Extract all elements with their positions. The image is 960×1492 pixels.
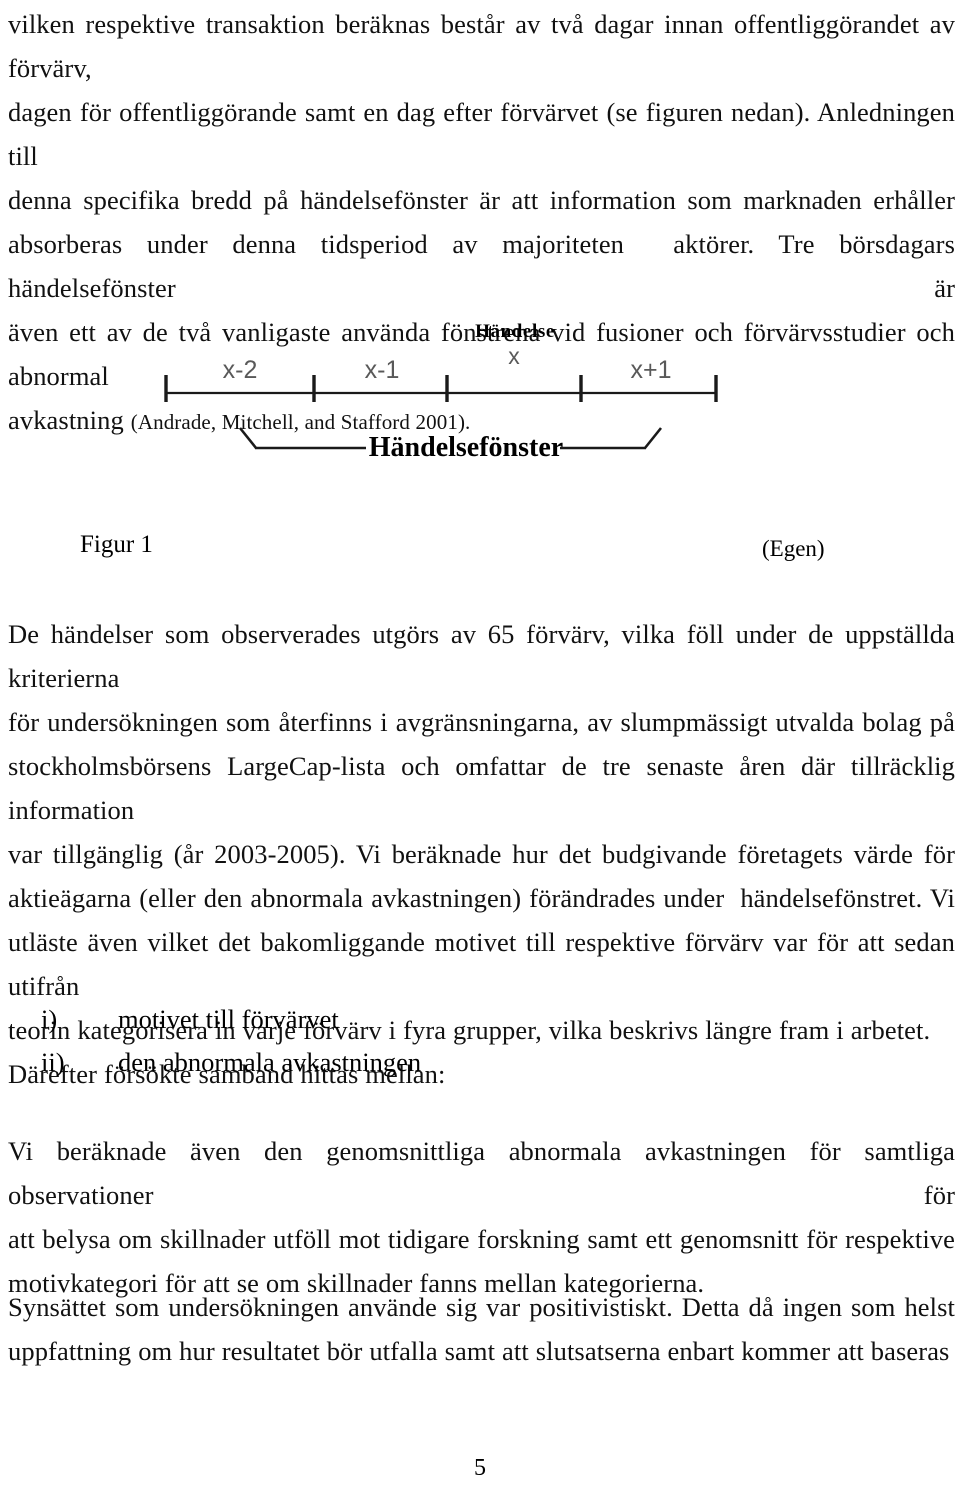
interval-label-x-minus-2: x-2 <box>223 356 258 384</box>
paragraph-1-line-1: vilken respektive transaktion beräknas b… <box>8 9 955 83</box>
paragraph-4-line-2: uppfattning om hur resultatet bör utfall… <box>8 1336 950 1366</box>
timeline-diagram: x-2 x-1 x+1 Händelse x Händelsefönster <box>164 321 718 463</box>
figure-event-window: x-2 x-1 x+1 Händelse x Händelsefönster <box>0 300 960 485</box>
paragraph-2-line-2: för undersökningen som återfinns i avgrä… <box>8 707 955 737</box>
figure-caption-label: Figur 1 <box>80 531 153 558</box>
paragraph-2-line-1: De händelser som observerades utgörs av … <box>8 619 955 693</box>
paragraph-1-line-3: denna specifika bredd på händelsefönster… <box>8 185 955 215</box>
list-item-marker-i: i) <box>41 1004 58 1034</box>
event-window-label: Händelsefönster <box>369 432 563 463</box>
paragraph-1-line-2: dagen för offentliggörande samt en dag e… <box>8 97 955 171</box>
figure-caption-row: Figur 1 (Egen) <box>0 528 960 564</box>
event-tick-label: x <box>508 343 520 369</box>
interval-label-x-plus-1: x+1 <box>630 356 671 384</box>
list-item-text-ii: den abnormala avkastningen <box>118 1047 422 1077</box>
paragraph-4: Synsättet som undersökningen använde sig… <box>8 1285 955 1373</box>
figure-caption-source: (Egen) <box>762 536 825 561</box>
list-item: ii) den abnormala avkastningen <box>0 1041 700 1084</box>
roman-numeral-list: i) motivet till förvärvet ii) den abnorm… <box>0 998 700 1084</box>
paragraph-1-line-4: absorberas under denna tidsperiod av maj… <box>8 229 955 303</box>
paragraph-3: Vi beräknade även den genomsnittliga abn… <box>8 1129 955 1305</box>
paragraph-2-line-4: var tillgänglig (år 2003-2005). Vi beräk… <box>8 839 955 869</box>
event-label: Händelse <box>475 321 555 342</box>
paragraph-2-line-5: aktieägarna (eller den abnormala avkastn… <box>8 883 955 913</box>
page-number: 5 <box>474 1455 486 1481</box>
paragraph-2-line-3: stockholmsbörsens LargeCap-lista och omf… <box>8 751 955 825</box>
bracket-right-diagonal <box>643 427 663 449</box>
list-item: i) motivet till förvärvet <box>0 998 700 1041</box>
interval-label-x-minus-1: x-1 <box>365 356 400 384</box>
document-page: vilken respektive transaktion beräknas b… <box>0 0 960 1492</box>
list-item-marker-ii: ii) <box>41 1047 65 1077</box>
paragraph-4-line-1: Synsättet som undersökningen använde sig… <box>8 1292 955 1322</box>
paragraph-2-line-6: utläste även vilket det bakomliggande mo… <box>8 927 955 1001</box>
paragraph-3-line-1: Vi beräknade även den genomsnittliga abn… <box>8 1136 955 1210</box>
paragraph-3-line-2: att belysa om skillnader utföll mot tidi… <box>8 1224 955 1254</box>
list-item-text-i: motivet till förvärvet <box>118 1004 339 1034</box>
bracket-left-diagonal <box>238 427 258 449</box>
